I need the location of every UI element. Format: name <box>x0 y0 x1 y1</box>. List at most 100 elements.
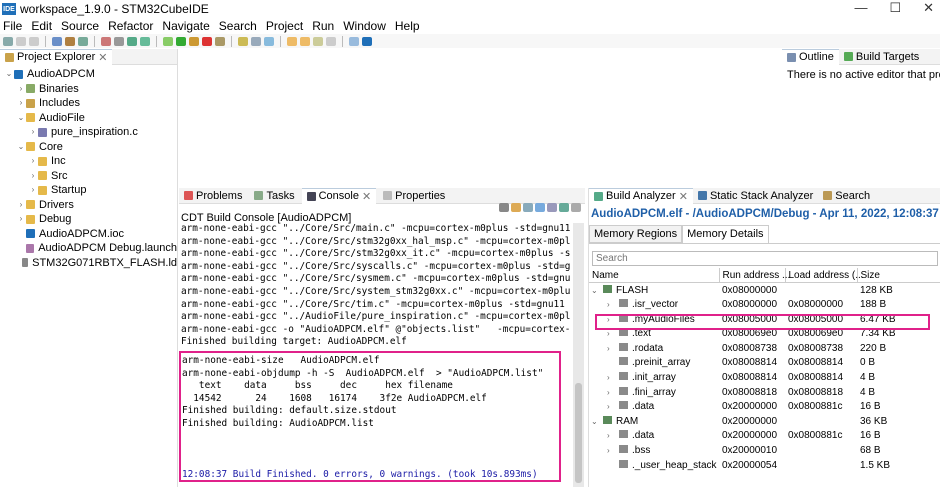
info-icon[interactable] <box>362 36 372 46</box>
collapsed-arrow-icon[interactable]: › <box>28 154 38 169</box>
minimize-button[interactable]: — <box>854 0 867 16</box>
collapsed-arrow-icon[interactable]: › <box>607 300 617 309</box>
memory-row[interactable]: › .rodata 0x08008738 0x08008738 220 B <box>589 341 940 356</box>
collapsed-arrow-icon[interactable]: › <box>28 183 38 198</box>
perspective-icon[interactable] <box>349 36 359 46</box>
save-icon[interactable] <box>16 36 26 46</box>
menu-window[interactable]: Window <box>343 19 386 33</box>
memory-row[interactable]: › .fini_array 0x08008818 0x08008818 4 B <box>589 385 940 400</box>
memory-row[interactable]: › .data 0x20000000 0x0800881c 16 B <box>589 429 940 444</box>
expanded-arrow-icon[interactable]: ⌄ <box>16 140 26 155</box>
tree-item[interactable]: › Startup <box>0 183 177 198</box>
tab-project-explorer[interactable]: Project Explorer ✕ <box>0 48 113 65</box>
tab-problems[interactable]: Problems <box>179 188 247 204</box>
save-all-icon[interactable] <box>29 36 39 46</box>
new-c-class-icon[interactable] <box>127 36 137 46</box>
menu-navigate[interactable]: Navigate <box>162 19 209 33</box>
tab-outline[interactable]: Outline <box>782 48 839 65</box>
search-input[interactable] <box>592 251 938 266</box>
tab-search[interactable]: Search <box>818 188 875 204</box>
stop-icon[interactable] <box>202 36 212 46</box>
collapsed-arrow-icon[interactable]: › <box>16 96 26 111</box>
display-console-icon[interactable] <box>547 203 557 212</box>
memory-row[interactable]: › .isr_vector 0x08000000 0x08000000 188 B <box>589 297 940 312</box>
clean-icon[interactable] <box>101 36 111 46</box>
tab-console[interactable]: Console ✕ <box>301 187 377 204</box>
build-icon[interactable] <box>65 36 75 46</box>
tree-item[interactable]: ⌄ AudioADPCM <box>0 67 177 82</box>
col-run-address[interactable]: Run address ... <box>719 268 790 284</box>
console-scrollbar[interactable] <box>573 223 584 487</box>
tree-item[interactable]: › Inc <box>0 154 177 169</box>
word-wrap-icon[interactable] <box>523 203 533 212</box>
expanded-arrow-icon[interactable]: ⌄ <box>591 286 601 295</box>
forward-icon[interactable] <box>326 36 336 46</box>
memory-row[interactable]: › .data 0x20000000 0x0800881c 16 B <box>589 399 940 414</box>
console-scroll-thumb[interactable] <box>575 383 582 483</box>
memory-row[interactable]: › .bss 0x20000010 68 B <box>589 443 940 458</box>
collapsed-arrow-icon[interactable]: › <box>607 373 617 382</box>
tree-item[interactable]: STM32G071RBTX_FLASH.ld <box>0 256 177 271</box>
device-config-icon[interactable] <box>78 36 88 46</box>
collapsed-arrow-icon[interactable]: › <box>28 169 38 184</box>
menu-search[interactable]: Search <box>219 19 257 33</box>
tree-item[interactable]: AudioADPCM.ioc <box>0 227 177 242</box>
menu-help[interactable]: Help <box>395 19 420 33</box>
tab-memory-details[interactable]: Memory Details <box>682 225 769 243</box>
pin-console-icon[interactable] <box>535 203 545 212</box>
tree-item[interactable]: › Includes <box>0 96 177 111</box>
memory-row[interactable]: ⌄ RAM 0x20000000 36 KB <box>589 414 940 429</box>
tab-build-analyzer[interactable]: Build Analyzer ✕ <box>589 187 693 204</box>
col-size[interactable]: Size <box>857 268 940 284</box>
collapsed-arrow-icon[interactable]: › <box>607 402 617 411</box>
close-button[interactable]: ✕ <box>923 0 934 16</box>
menu-edit[interactable]: Edit <box>31 19 52 33</box>
collapsed-arrow-icon[interactable]: › <box>607 431 617 440</box>
tab-memory-regions[interactable]: Memory Regions <box>589 225 683 243</box>
skip-breakpoints-icon[interactable] <box>215 36 225 46</box>
collapsed-arrow-icon[interactable]: › <box>16 198 26 213</box>
back-icon[interactable] <box>313 36 323 46</box>
menu-refactor[interactable]: Refactor <box>108 19 153 33</box>
pin-icon[interactable] <box>264 36 274 46</box>
build-settings-icon[interactable] <box>52 36 62 46</box>
refresh-icon[interactable] <box>140 36 150 46</box>
prev-annotation-icon[interactable] <box>300 36 310 46</box>
collapsed-arrow-icon[interactable]: › <box>16 212 26 227</box>
tree-item[interactable]: › Binaries <box>0 82 177 97</box>
collapsed-arrow-icon[interactable]: › <box>607 446 617 455</box>
tree-item[interactable]: › Drivers <box>0 198 177 213</box>
run-icon[interactable] <box>176 36 186 46</box>
scroll-lock-icon[interactable] <box>511 203 521 212</box>
menu-source[interactable]: Source <box>61 19 99 33</box>
external-tools-icon[interactable] <box>189 36 199 46</box>
close-tab-icon[interactable]: ✕ <box>679 190 688 203</box>
clear-console-icon[interactable] <box>499 203 509 212</box>
collapsed-arrow-icon[interactable]: › <box>607 344 617 353</box>
maximize-button[interactable]: ☐ <box>889 0 901 16</box>
expanded-arrow-icon[interactable]: ⌄ <box>4 67 14 82</box>
tab-build-targets[interactable]: Build Targets <box>839 49 924 65</box>
tab-properties[interactable]: Properties <box>378 188 450 204</box>
tab-static-stack-analyzer[interactable]: Static Stack Analyzer <box>693 188 818 204</box>
collapsed-arrow-icon[interactable]: › <box>16 82 26 97</box>
next-annotation-icon[interactable] <box>287 36 297 46</box>
open-type-icon[interactable] <box>114 36 124 46</box>
tree-item[interactable]: › Debug <box>0 212 177 227</box>
tree-item[interactable]: › pure_inspiration.c <box>0 125 177 140</box>
col-name[interactable]: Name <box>589 268 720 284</box>
collapsed-arrow-icon[interactable]: › <box>607 388 617 397</box>
menu-file[interactable]: File <box>3 19 22 33</box>
debug-icon[interactable] <box>163 36 173 46</box>
memory-row[interactable]: › .init_array 0x08008814 0x08008814 4 B <box>589 370 940 385</box>
expanded-arrow-icon[interactable]: ⌄ <box>16 111 26 126</box>
tab-tasks[interactable]: Tasks <box>249 188 299 204</box>
close-tab-icon[interactable]: ✕ <box>362 190 371 203</box>
expanded-arrow-icon[interactable]: ⌄ <box>591 417 601 426</box>
open-console-icon[interactable] <box>559 203 569 212</box>
tree-item[interactable]: › Src <box>0 169 177 184</box>
col-load-address[interactable]: Load address (... <box>785 268 864 284</box>
memory-row[interactable]: .preinit_array 0x08008814 0x08008814 0 B <box>589 356 940 371</box>
tree-item[interactable]: AudioADPCM Debug.launch <box>0 241 177 256</box>
collapsed-arrow-icon[interactable]: › <box>607 329 617 338</box>
